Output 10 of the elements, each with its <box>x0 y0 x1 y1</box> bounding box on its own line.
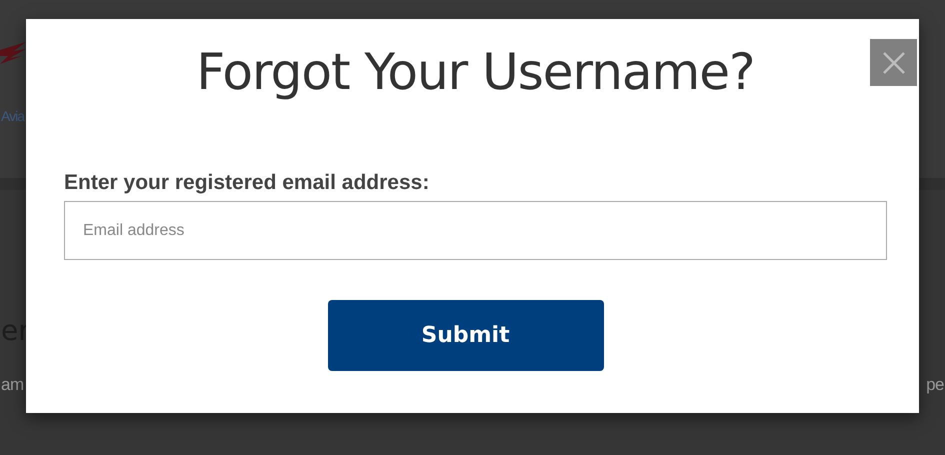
body-text: am <box>1 375 24 395</box>
header-text: Avia <box>1 108 24 124</box>
body-text: pe <box>926 375 944 395</box>
logo-icon <box>0 42 26 64</box>
close-icon <box>882 52 904 74</box>
dialog-title: Forgot Your Username? <box>195 42 756 103</box>
email-field[interactable]: Email address <box>64 201 887 260</box>
email-label: Enter your registered email address: <box>64 171 430 195</box>
submit-button[interactable]: Submit <box>328 300 604 371</box>
close-button[interactable] <box>870 39 917 86</box>
